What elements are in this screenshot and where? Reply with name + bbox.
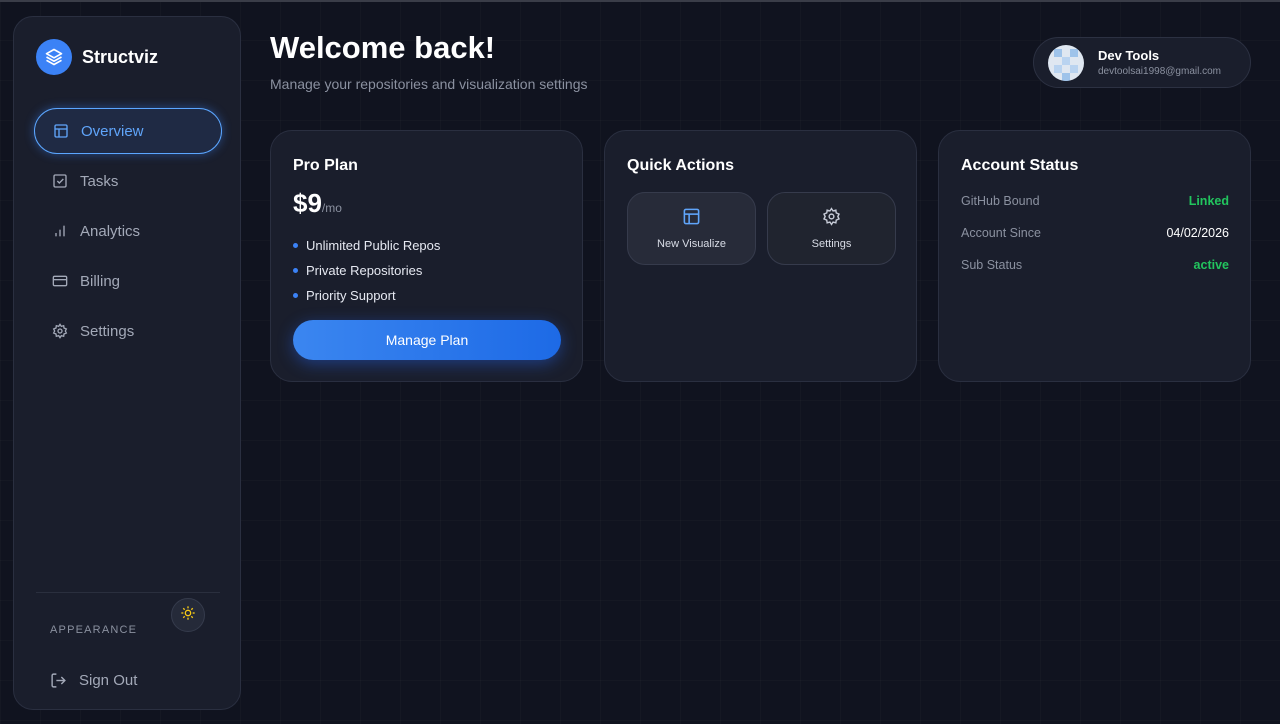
status-key: GitHub Bound (961, 194, 1040, 208)
page-title: Welcome back! (270, 30, 496, 65)
status-row-account-since: Account Since 04/02/2026 (961, 226, 1229, 240)
status-badge: active (1193, 258, 1229, 272)
price-amount: $9 (293, 188, 322, 218)
quick-actions-title: Quick Actions (627, 157, 734, 174)
brand-name: Structviz (82, 46, 159, 67)
layout-icon (52, 123, 69, 140)
plan-price: $9/mo (293, 188, 342, 219)
plan-title: Pro Plan (293, 157, 358, 174)
sun-icon (180, 605, 196, 626)
user-profile-chip[interactable]: Dev Tools devtoolsai1998@gmail.com (1033, 37, 1251, 88)
status-row-github: GitHub Bound Linked (961, 194, 1229, 208)
layout-icon (682, 207, 701, 231)
user-name: Dev Tools (1098, 48, 1160, 63)
sidebar-item-settings[interactable]: Settings (34, 308, 222, 354)
list-item: Private Repositories (293, 258, 440, 283)
plan-card: Pro Plan $9/mo Unlimited Public Repos Pr… (270, 130, 583, 382)
account-status-card: Account Status GitHub Bound Linked Accou… (938, 130, 1251, 382)
sidebar-nav: Overview Tasks Analytics Billing Setting… (34, 108, 222, 358)
quick-actions-grid: New Visualize Settings (627, 192, 896, 265)
bullet-dot-icon (293, 243, 298, 248)
sidebar-item-tasks[interactable]: Tasks (34, 158, 222, 204)
quick-action-label: Settings (811, 238, 852, 250)
price-unit: /mo (321, 201, 342, 215)
quick-actions-card: Quick Actions New Visualize Settings (604, 130, 917, 382)
sidebar-item-label: Overview (81, 122, 144, 140)
sidebar-item-overview[interactable]: Overview (34, 108, 222, 154)
bar-chart-icon (51, 223, 68, 240)
sidebar-item-label: Settings (80, 322, 135, 340)
sign-out-button[interactable]: Sign Out (50, 672, 137, 689)
plan-features: Unlimited Public Repos Private Repositor… (293, 233, 440, 308)
settings-shortcut-button[interactable]: Settings (767, 192, 896, 265)
bullet-dot-icon (293, 293, 298, 298)
status-key: Account Since (961, 226, 1041, 240)
checkbox-icon (51, 173, 68, 190)
theme-toggle-button[interactable] (171, 598, 205, 632)
account-status-title: Account Status (961, 157, 1079, 174)
feature-label: Priority Support (306, 288, 396, 303)
status-badge: Linked (1188, 194, 1229, 208)
page-subtitle: Manage your repositories and visualizati… (270, 76, 588, 92)
sidebar-item-label: Billing (80, 272, 121, 290)
sidebar-item-billing[interactable]: Billing (34, 258, 222, 304)
status-key: Sub Status (961, 258, 1023, 272)
feature-label: Unlimited Public Repos (306, 238, 441, 253)
appearance-label: APPEARANCE (50, 624, 138, 636)
bullet-dot-icon (293, 268, 298, 273)
credit-card-icon (51, 273, 68, 290)
brand[interactable]: Structviz (36, 39, 158, 75)
status-value: 04/02/2026 (1166, 226, 1229, 240)
list-item: Unlimited Public Repos (293, 233, 440, 258)
feature-label: Private Repositories (306, 263, 423, 278)
sidebar: Structviz Overview Tasks Analytics Billi… (13, 16, 241, 710)
list-item: Priority Support (293, 283, 440, 308)
window-top-border (0, 0, 1280, 2)
gear-icon (822, 207, 841, 231)
new-visualize-button[interactable]: New Visualize (627, 192, 756, 265)
manage-plan-button[interactable]: Manage Plan (293, 320, 561, 360)
gear-icon (51, 323, 68, 340)
user-email: devtoolsai1998@gmail.com (1098, 66, 1221, 77)
sidebar-item-label: Tasks (80, 172, 119, 190)
status-row-sub-status: Sub Status active (961, 258, 1229, 272)
layers-logo-icon (36, 39, 72, 75)
sidebar-item-analytics[interactable]: Analytics (34, 208, 222, 254)
quick-action-label: New Visualize (657, 238, 726, 250)
log-out-icon (50, 672, 67, 689)
sidebar-divider (36, 592, 220, 593)
sidebar-item-label: Analytics (80, 222, 141, 240)
avatar (1048, 44, 1084, 81)
sign-out-label: Sign Out (79, 672, 138, 689)
